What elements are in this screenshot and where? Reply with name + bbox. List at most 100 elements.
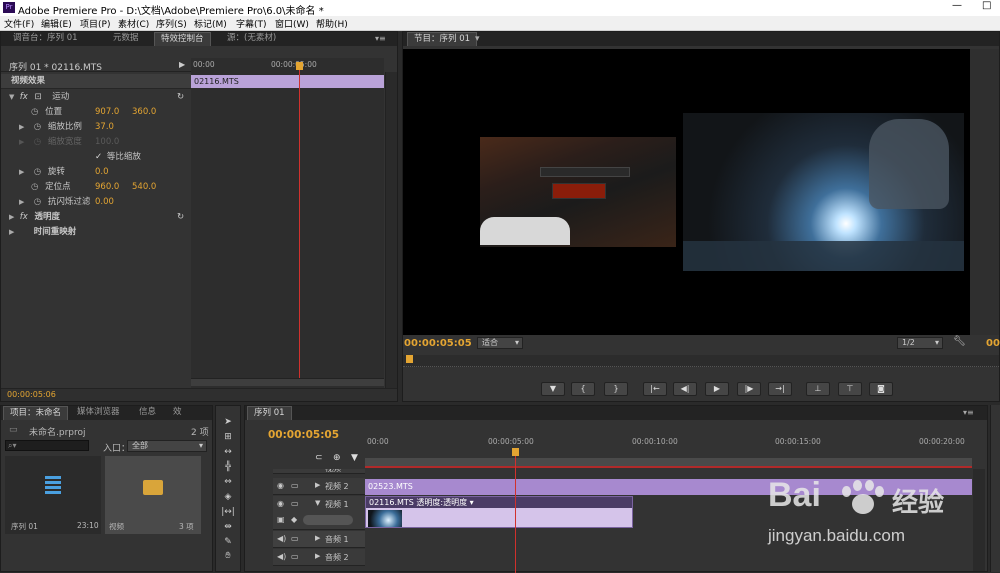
hand-tool-icon[interactable]: ✋︎	[220, 551, 236, 565]
pen-tool-icon[interactable]: ✎	[220, 537, 236, 551]
menu-file[interactable]: 文件(F)	[4, 17, 34, 30]
menu-marker[interactable]: 标记(M)	[194, 17, 227, 30]
uniform-scale-checkbox[interactable]: ✓	[95, 152, 102, 162]
keyframe-nav[interactable]	[303, 515, 353, 525]
expand-triangle-icon[interactable]: ▶	[9, 210, 17, 225]
expand-triangle-icon[interactable]: ▼	[9, 90, 17, 105]
antiflicker-value[interactable]: 0.00	[95, 195, 114, 210]
reset-icon[interactable]: ↻	[177, 210, 184, 225]
export-frame-button[interactable]: ◙	[869, 382, 893, 396]
stopwatch-icon[interactable]: ◷	[34, 122, 41, 132]
tab-source[interactable]: 源：(无素材)	[221, 32, 282, 46]
anchor-y-value[interactable]: 540.0	[132, 180, 156, 195]
maximize-button[interactable]: □	[982, 0, 991, 11]
tab-effects[interactable]: 效	[167, 406, 188, 420]
anchor-x-value[interactable]: 960.0	[95, 180, 119, 195]
minimize-button[interactable]: —	[952, 0, 962, 11]
selection-tool-icon[interactable]: ➤	[220, 417, 236, 431]
program-dropdown-icon[interactable]: ▾	[475, 34, 480, 44]
quality-dropdown[interactable]: 1/2 ▾	[897, 337, 943, 349]
ripple-edit-tool-icon[interactable]: ↔	[220, 447, 236, 461]
expand-triangle-icon[interactable]: ▶	[315, 481, 320, 489]
position-y-value[interactable]: 360.0	[132, 105, 156, 120]
fit-dropdown[interactable]: 适合 ▾	[477, 337, 523, 349]
go-to-out-button[interactable]: →|	[768, 382, 792, 396]
timeline-playhead-marker[interactable]	[512, 448, 519, 456]
menu-help[interactable]: 帮助(H)	[316, 17, 348, 30]
stopwatch-icon[interactable]: ◷	[34, 197, 41, 207]
add-marker-button[interactable]: ▼	[541, 382, 565, 396]
menu-clip[interactable]: 素材(C)	[118, 17, 149, 30]
expand-triangle-icon[interactable]: ▶	[315, 552, 320, 560]
lock-icon[interactable]: ▭	[291, 481, 299, 490]
eye-icon[interactable]: ◉	[277, 481, 284, 490]
program-mini-ruler[interactable]	[403, 355, 999, 367]
step-forward-button[interactable]: |▶	[737, 382, 761, 396]
play-only-icon[interactable]: ▶	[179, 60, 185, 69]
panel-menu-icon[interactable]: ▾≡	[375, 34, 386, 43]
speaker-icon[interactable]: ◀)	[277, 552, 286, 561]
expand-triangle-icon[interactable]: ▼	[315, 499, 320, 507]
lift-button[interactable]: ⊥	[806, 382, 830, 396]
time-remap-row[interactable]: ▶ 时间重映射	[1, 225, 191, 240]
opacity-row[interactable]: ▶ fx 透明度 ↻	[1, 210, 191, 225]
motion-row[interactable]: ▼ fx ⊡ 运动 ↻	[1, 90, 191, 105]
mark-out-button[interactable]: }	[604, 382, 628, 396]
track-select-tool-icon[interactable]: ⊞	[220, 432, 236, 446]
timeline-timecode[interactable]: 00:00:05:05	[268, 429, 339, 441]
expand-triangle-icon[interactable]: ▶	[19, 195, 27, 210]
menu-sequence[interactable]: 序列(S)	[156, 17, 187, 30]
mini-clip-bar[interactable]: 02116.MTS	[191, 75, 384, 88]
motion-transform-icon[interactable]: ⊡	[34, 92, 41, 102]
mark-in-button[interactable]: {	[571, 382, 595, 396]
stopwatch-icon[interactable]: ◷	[31, 182, 38, 192]
expand-triangle-icon[interactable]: ▶	[19, 120, 27, 135]
step-back-button[interactable]: ◀|	[673, 382, 697, 396]
snap-icon[interactable]: ⊂	[315, 453, 323, 463]
effect-vscroll[interactable]	[385, 72, 397, 388]
lock-icon[interactable]: ▭	[291, 552, 299, 561]
position-x-value[interactable]: 907.0	[95, 105, 119, 120]
rotation-value[interactable]: 0.0	[95, 165, 109, 180]
slide-tool-icon[interactable]: ⇹	[220, 522, 236, 536]
razor-tool-icon[interactable]: ◈	[220, 492, 236, 506]
play-button[interactable]: ▶	[705, 382, 729, 396]
project-search-input[interactable]: ⌕▾	[5, 440, 89, 451]
marker-icon[interactable]: ▼	[351, 453, 358, 463]
tab-audio-mixer[interactable]: 调音台：序列 01	[7, 32, 84, 46]
slip-tool-icon[interactable]: |↔|	[220, 507, 236, 521]
in-dropdown[interactable]: 全部 ▾	[127, 440, 207, 452]
rolling-edit-tool-icon[interactable]: ╬	[220, 462, 236, 476]
wrench-icon[interactable]: 🔧︎	[953, 336, 966, 347]
timeline-work-area[interactable]	[365, 458, 972, 468]
lock-icon[interactable]: ▭	[291, 534, 299, 543]
stopwatch-icon[interactable]: ◷	[34, 167, 41, 177]
clip-video1[interactable]: 02116.MTS 透明度:透明度 ▾	[365, 496, 633, 528]
tab-sequence[interactable]: 序列 01	[247, 406, 292, 420]
menu-title[interactable]: 字幕(T)	[236, 17, 267, 30]
speaker-icon[interactable]: ◀)	[277, 534, 286, 543]
program-playhead-marker[interactable]	[406, 355, 413, 363]
menu-project[interactable]: 项目(P)	[80, 17, 110, 30]
stopwatch-icon[interactable]: ◷	[31, 107, 38, 117]
tab-program[interactable]: 节目：序列 01	[407, 32, 478, 46]
scale-value[interactable]: 37.0	[95, 120, 114, 135]
program-timecode[interactable]: 00:00:05:05	[404, 338, 472, 349]
reset-icon[interactable]: ↻	[177, 90, 184, 105]
menu-window[interactable]: 窗口(W)	[275, 17, 309, 30]
tab-effect-controls[interactable]: 特效控制台	[154, 32, 211, 46]
go-to-in-button[interactable]: |←	[643, 382, 667, 396]
tab-metadata[interactable]: 元数据	[107, 32, 145, 46]
tab-info[interactable]: 信息	[133, 406, 162, 420]
rate-stretch-tool-icon[interactable]: ⇔	[220, 477, 236, 491]
expand-triangle-icon[interactable]: ▶	[9, 225, 17, 240]
extract-button[interactable]: ⊤	[838, 382, 862, 396]
tab-media-browser[interactable]: 媒体浏览器	[71, 406, 126, 420]
expand-triangle-icon[interactable]: ▶	[315, 534, 320, 542]
eye-icon[interactable]: ◉	[277, 499, 284, 508]
panel-menu-icon[interactable]: ▾≡	[963, 408, 974, 417]
expand-triangle-icon[interactable]: ▶	[19, 165, 27, 180]
mini-scrollbar[interactable]	[191, 378, 384, 386]
display-style-icon[interactable]: ▣	[277, 515, 285, 524]
mini-playhead-marker[interactable]	[296, 62, 303, 70]
